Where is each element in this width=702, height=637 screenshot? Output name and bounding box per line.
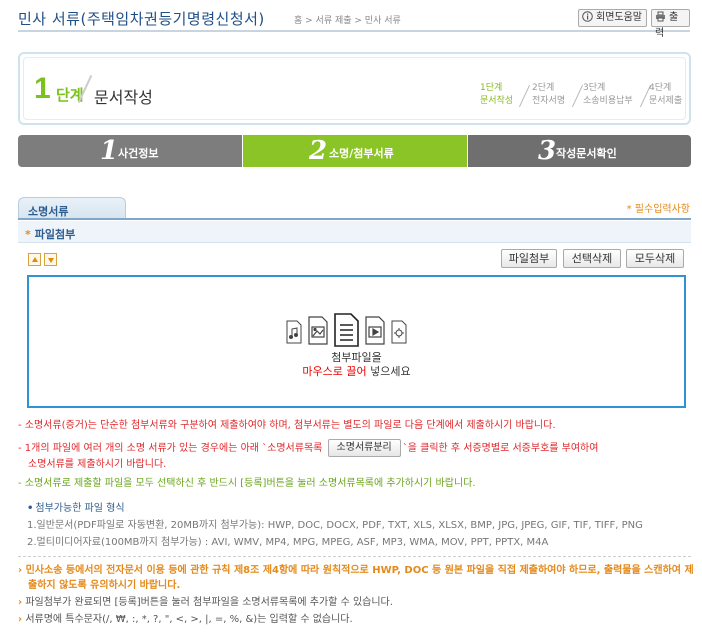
breadcrumb: 홈 > 서류 제출 > 민사 서류 <box>294 16 401 26</box>
step-1-mini: 1단계 문서작성 <box>480 82 513 108</box>
move-down-button[interactable] <box>44 253 57 266</box>
step-4-bottom: 문서제출 <box>649 96 683 106</box>
step-2-mini: 2단계 전자서명 <box>532 82 565 108</box>
step-indicator: 1 단계 문서작성 1단계 문서작성 2단계 전자서명 3단계 소송비용납부 4… <box>18 52 691 125</box>
step-2-bottom: 전자서명 <box>532 96 566 106</box>
register-note: › 파일첨부가 완료되면 [등록]버튼을 눌러 첨부파일을 소명서류목록에 추가… <box>18 595 698 610</box>
tab-label: 소명/첨부서류 <box>329 147 394 160</box>
settings-file-icon <box>391 320 407 344</box>
tab-evidence-docs[interactable]: 2 소명/첨부서류 <box>243 135 467 167</box>
note-2-post: `을 클릭한 후 서증명별로 서증부호를 부여하여 <box>402 443 599 454</box>
split-evidence-button[interactable]: 소명서류분리 <box>327 439 401 457</box>
attach-file-button[interactable]: 파일첨부 <box>501 249 557 268</box>
scan-warning: › 민사소송 등에서의 전자문서 이용 등에 관한 규칙 제8조 제4항에 따라… <box>18 563 698 593</box>
section-tab: 소명서류 <box>18 197 126 219</box>
note-3: - 소명서류로 제출할 파일을 모두 선택하신 후 반드시 [등록]버튼을 눌러… <box>18 478 476 489</box>
section-divider <box>18 218 691 220</box>
step-4-top: 4단계 <box>649 83 672 93</box>
subsection-header: * 파일첨부 <box>18 221 691 243</box>
format-general: 1.일반문서(PDF파일로 자동변환, 20MB까지 첨부가능): HWP, D… <box>27 520 643 531</box>
process-tabs: 1 사건정보 2 소명/첨부서류 3 작성문서확인 <box>18 135 691 167</box>
bullet-icon: • <box>27 503 34 514</box>
subsection-title: * 파일첨부 <box>25 226 75 242</box>
tab-case-info[interactable]: 1 사건정보 <box>18 135 242 167</box>
page-header: 민사 서류(주택임차권등기명령신청서) 홈 > 서류 제출 > 민사 서류 회면… <box>18 6 690 39</box>
special-char-note-text: 서류명에 특수문자(/, ₩, :, *, ?, ", <, >, |, =, … <box>25 614 353 625</box>
delete-selected-button[interactable]: 선택삭제 <box>563 249 621 268</box>
step-3-top: 3단계 <box>583 83 606 93</box>
video-file-icon <box>365 316 385 345</box>
current-step-number: 1 <box>34 72 51 105</box>
tab-label: 사건정보 <box>118 147 159 160</box>
tab-number: 1 <box>100 136 119 166</box>
file-formats-title: • 첨부가능한 파일 형식 <box>27 500 697 517</box>
page-title: 민사 서류(주택임차권등기명령신청서) <box>18 10 265 28</box>
note-2: - 1개의 파일에 여러 개의 소명 서류가 있는 경우에는 아래 `소명서류목… <box>18 439 698 457</box>
drop-instruction-2: 마우스로 끌어 넣으세요 <box>29 363 684 379</box>
register-note-text: 파일첨부가 완료되면 [등록]버튼을 눌러 첨부파일을 소명서류목록에 추가할 … <box>25 597 393 608</box>
scan-warning-text: 민사소송 등에서의 전자문서 이용 등에 관한 규칙 제8조 제4항에 따라 원… <box>25 565 694 591</box>
required-note: * 필수입력사항 <box>626 204 690 215</box>
dashed-divider <box>18 556 691 557</box>
tab-review-docs[interactable]: 3 작성문서확인 <box>468 135 691 167</box>
help-button-label: 회면도움말 <box>596 12 642 23</box>
current-step-name: 문서작성 <box>94 88 153 107</box>
note-1: - 소명서류(증거)는 단순한 첨부서류와 구분하여 제출하여야 하며, 첨부서… <box>18 420 556 431</box>
tab-number: 2 <box>309 136 328 166</box>
file-drop-zone[interactable]: 첨부파일을 마우스로 끌어 넣으세요 <box>27 275 686 408</box>
notes: - 소명서류(증거)는 단순한 첨부서류와 구분하여 제출하여야 하며, 첨부서… <box>18 418 698 492</box>
audio-file-icon <box>286 320 302 344</box>
drop-instruction-highlight: 마우스로 끌어 <box>302 365 367 378</box>
image-file-icon <box>308 316 328 345</box>
step-1-top: 1단계 <box>480 83 503 93</box>
step-2-top: 2단계 <box>532 83 555 93</box>
tab-number: 3 <box>538 136 557 166</box>
print-button[interactable]: 출력 <box>651 9 690 39</box>
special-char-note: › 서류명에 특수문자(/, ₩, :, *, ?, ", <, >, |, =… <box>18 612 698 627</box>
step-3-mini: 3단계 소송비용납부 <box>583 82 633 108</box>
info-icon <box>582 11 593 22</box>
file-formats-title-label: 첨부가능한 파일 형식 <box>35 503 125 514</box>
step-1-bottom: 문서작성 <box>480 96 514 106</box>
note-2-cont: 소명서류를 제출하시기 바랍니다. <box>28 459 167 470</box>
bottom-notes: › 민사소송 등에서의 전자문서 이용 등에 관한 규칙 제8조 제4항에 따라… <box>18 563 698 627</box>
required-mark: * <box>25 228 31 241</box>
tab-label: 작성문서확인 <box>556 147 617 160</box>
drop-instruction-rest: 넣으세요 <box>366 365 411 378</box>
document-file-icon <box>334 313 359 347</box>
arrow-icon: › <box>18 614 23 625</box>
note-2-pre: - 1개의 파일에 여러 개의 소명 서류가 있는 경우에는 아래 `소명서류목… <box>18 443 326 454</box>
printer-icon <box>656 11 665 22</box>
arrow-icon: › <box>18 565 23 576</box>
arrow-up-icon <box>32 257 38 262</box>
subsection-label: 파일첨부 <box>34 228 76 241</box>
file-types-icon <box>286 313 407 347</box>
section-title: 소명서류 <box>28 205 69 218</box>
step-3-bottom: 소송비용납부 <box>583 96 633 106</box>
arrow-down-icon <box>48 258 54 263</box>
file-formats: • 첨부가능한 파일 형식 1.일반문서(PDF파일로 자동변환, 20MB까지 … <box>27 500 697 551</box>
help-button[interactable]: 회면도움말 <box>578 9 647 27</box>
move-up-button[interactable] <box>28 253 41 266</box>
delete-all-button[interactable]: 모두삭제 <box>626 249 684 268</box>
arrow-icon: › <box>18 597 23 608</box>
step-4-mini: 4단계 문서제출 <box>649 82 682 108</box>
format-multimedia: 2.멀티미디어자료(100MB까지 첨부가능) : AVI, WMV, MP4,… <box>27 537 549 548</box>
